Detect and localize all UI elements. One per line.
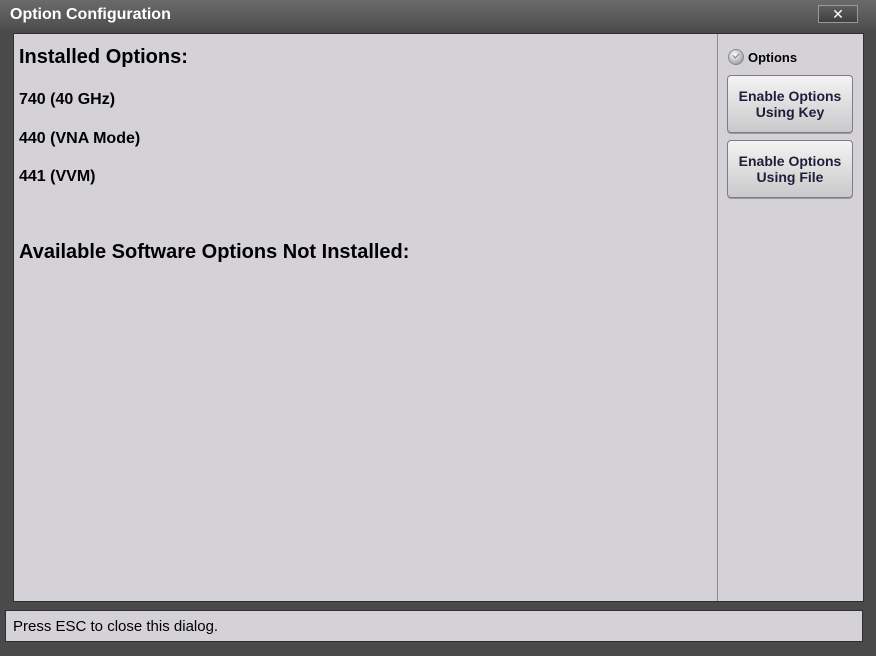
title-bar[interactable]: Option Configuration ✕ [0,0,876,30]
close-icon: ✕ [832,6,844,22]
side-panel: Options Enable Options Using Key Enable … [719,34,863,601]
not-installed-options-heading: Available Software Options Not Installed… [19,241,410,263]
installed-option-item: 740 (40 GHz) [19,91,116,108]
close-button[interactable]: ✕ [818,5,858,23]
status-text: Press ESC to close this dialog. [13,618,219,635]
enable-options-using-file-button[interactable]: Enable Options Using File [727,140,853,198]
installed-option-item: 441 (VVM) [19,168,96,185]
radio-check-icon[interactable] [728,49,744,65]
status-bar: Press ESC to close this dialog. [5,610,863,642]
window-title: Option Configuration [10,6,171,23]
dialog-content: Installed Options: 740 (40 GHz) 440 (VNA… [13,33,864,602]
button-label-line: Enable Options [738,88,842,104]
enable-options-using-key-button[interactable]: Enable Options Using Key [727,75,853,133]
option-configuration-dialog: Option Configuration ✕ Installed Options… [0,0,876,656]
button-label-line: Enable Options [738,153,842,169]
installed-options-heading: Installed Options: [19,46,188,68]
options-list-pane: Installed Options: 740 (40 GHz) 440 (VNA… [14,34,718,601]
options-radio-label: Options [748,50,798,65]
button-label-line: Using Key [755,104,825,120]
button-label-line: Using File [756,169,824,185]
installed-option-item: 440 (VNA Mode) [19,130,141,147]
